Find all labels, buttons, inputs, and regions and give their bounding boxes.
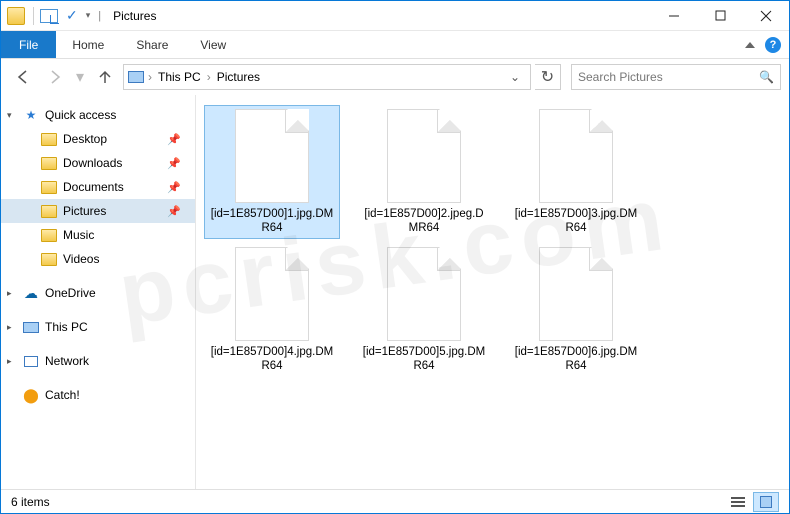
collapse-ribbon-icon[interactable] <box>745 42 755 48</box>
sidebar-label: Videos <box>63 252 99 266</box>
item-count: 6 items <box>11 495 50 509</box>
folder-icon <box>7 7 25 25</box>
file-icon <box>539 109 613 203</box>
help-icon[interactable]: ? <box>765 37 781 53</box>
quick-access[interactable]: ▾★Quick access <box>1 103 195 127</box>
file-name: [id=1E857D00]4.jpg.DMR64 <box>208 345 336 373</box>
file-item[interactable]: [id=1E857D00]1.jpg.DMR64 <box>204 105 340 239</box>
sidebar-item-downloads[interactable]: Downloads 📌 <box>1 151 195 175</box>
catch-label: Catch! <box>45 388 80 402</box>
minimize-button[interactable] <box>651 1 697 31</box>
large-icons-view-button[interactable] <box>753 492 779 512</box>
title-bar: ✓ ▾ | Pictures <box>1 1 789 31</box>
file-icon <box>539 247 613 341</box>
refresh-button[interactable]: ↻ <box>535 64 561 90</box>
properties-icon[interactable] <box>40 9 58 23</box>
file-item[interactable]: [id=1E857D00]4.jpg.DMR64 <box>204 243 340 377</box>
body: ▾★Quick access Desktop 📌 Downloads 📌 Docum… <box>1 95 789 489</box>
up-button[interactable] <box>91 63 119 91</box>
window-title: Pictures <box>113 9 156 23</box>
sidebar-label: Documents <box>63 180 124 194</box>
pin-icon: 📌 <box>167 157 181 170</box>
sidebar-item-music[interactable]: Music <box>1 223 195 247</box>
pc-icon <box>128 71 144 83</box>
thispc-label: This PC <box>45 320 88 334</box>
breadcrumb-root[interactable]: This PC <box>152 70 207 84</box>
sidebar-label: Pictures <box>63 204 106 218</box>
file-item[interactable]: [id=1E857D00]3.jpg.DMR64 <box>508 105 644 239</box>
quick-access-label: Quick access <box>45 108 116 122</box>
search-placeholder: Search Pictures <box>578 70 663 84</box>
share-tab[interactable]: Share <box>120 31 184 58</box>
quick-access-toolbar: ✓ ▾ <box>1 1 94 30</box>
file-item[interactable]: [id=1E857D00]6.jpg.DMR64 <box>508 243 644 377</box>
sidebar-label: Desktop <box>63 132 107 146</box>
sidebar-onedrive[interactable]: ▸☁OneDrive <box>1 281 195 305</box>
navigation-bar: ▾ › This PC › Pictures ⌄ ↻ Search Pictur… <box>1 59 789 95</box>
forward-button[interactable] <box>41 63 69 91</box>
sidebar-item-videos[interactable]: Videos <box>1 247 195 271</box>
file-name: [id=1E857D00]3.jpg.DMR64 <box>512 207 640 235</box>
search-icon: 🔍 <box>759 70 774 84</box>
pin-icon: 📌 <box>167 181 181 194</box>
pin-icon: 📌 <box>167 205 181 218</box>
status-bar: 6 items <box>1 489 789 513</box>
sidebar-item-documents[interactable]: Documents 📌 <box>1 175 195 199</box>
file-icon <box>235 247 309 341</box>
file-name: [id=1E857D00]6.jpg.DMR64 <box>512 345 640 373</box>
recent-dropdown-icon[interactable]: ▾ <box>73 63 87 91</box>
file-list: [id=1E857D00]1.jpg.DMR64 [id=1E857D00]2.… <box>196 95 789 489</box>
onedrive-label: OneDrive <box>45 286 96 300</box>
sidebar-item-pictures[interactable]: Pictures 📌 <box>1 199 195 223</box>
title-separator: | <box>98 10 101 22</box>
home-tab[interactable]: Home <box>56 31 120 58</box>
pin-icon: 📌 <box>167 133 181 146</box>
file-icon <box>235 109 309 203</box>
sidebar-label: Music <box>63 228 94 242</box>
network-label: Network <box>45 354 89 368</box>
file-icon <box>387 247 461 341</box>
separator <box>33 7 34 25</box>
maximize-button[interactable] <box>697 1 743 31</box>
sidebar-thispc[interactable]: ▸This PC <box>1 315 195 339</box>
file-icon <box>387 109 461 203</box>
file-name: [id=1E857D00]1.jpg.DMR64 <box>208 207 336 235</box>
check-icon: ✓ <box>66 7 78 24</box>
back-button[interactable] <box>9 63 37 91</box>
file-item[interactable]: [id=1E857D00]5.jpg.DMR64 <box>356 243 492 377</box>
navigation-pane: ▾★Quick access Desktop 📌 Downloads 📌 Docum… <box>1 95 196 489</box>
ribbon: File Home Share View ? <box>1 31 789 59</box>
sidebar-item-desktop[interactable]: Desktop 📌 <box>1 127 195 151</box>
qat-dropdown-icon[interactable]: ▾ <box>86 10 91 21</box>
file-item[interactable]: [id=1E857D00]2.jpeg.DMR64 <box>356 105 492 239</box>
file-name: [id=1E857D00]2.jpeg.DMR64 <box>360 207 488 235</box>
sidebar-label: Downloads <box>63 156 122 170</box>
sidebar-network[interactable]: ▸Network <box>1 349 195 373</box>
address-bar[interactable]: › This PC › Pictures ⌄ <box>123 64 531 90</box>
details-view-button[interactable] <box>725 492 751 512</box>
close-button[interactable] <box>743 1 789 31</box>
sidebar-catch[interactable]: ⬤Catch! <box>1 383 195 407</box>
file-tab[interactable]: File <box>1 31 56 58</box>
view-tab[interactable]: View <box>184 31 242 58</box>
breadcrumb-folder[interactable]: Pictures <box>211 70 266 84</box>
address-dropdown-icon[interactable]: ⌄ <box>504 70 526 84</box>
file-name: [id=1E857D00]5.jpg.DMR64 <box>360 345 488 373</box>
search-input[interactable]: Search Pictures 🔍 <box>571 64 781 90</box>
